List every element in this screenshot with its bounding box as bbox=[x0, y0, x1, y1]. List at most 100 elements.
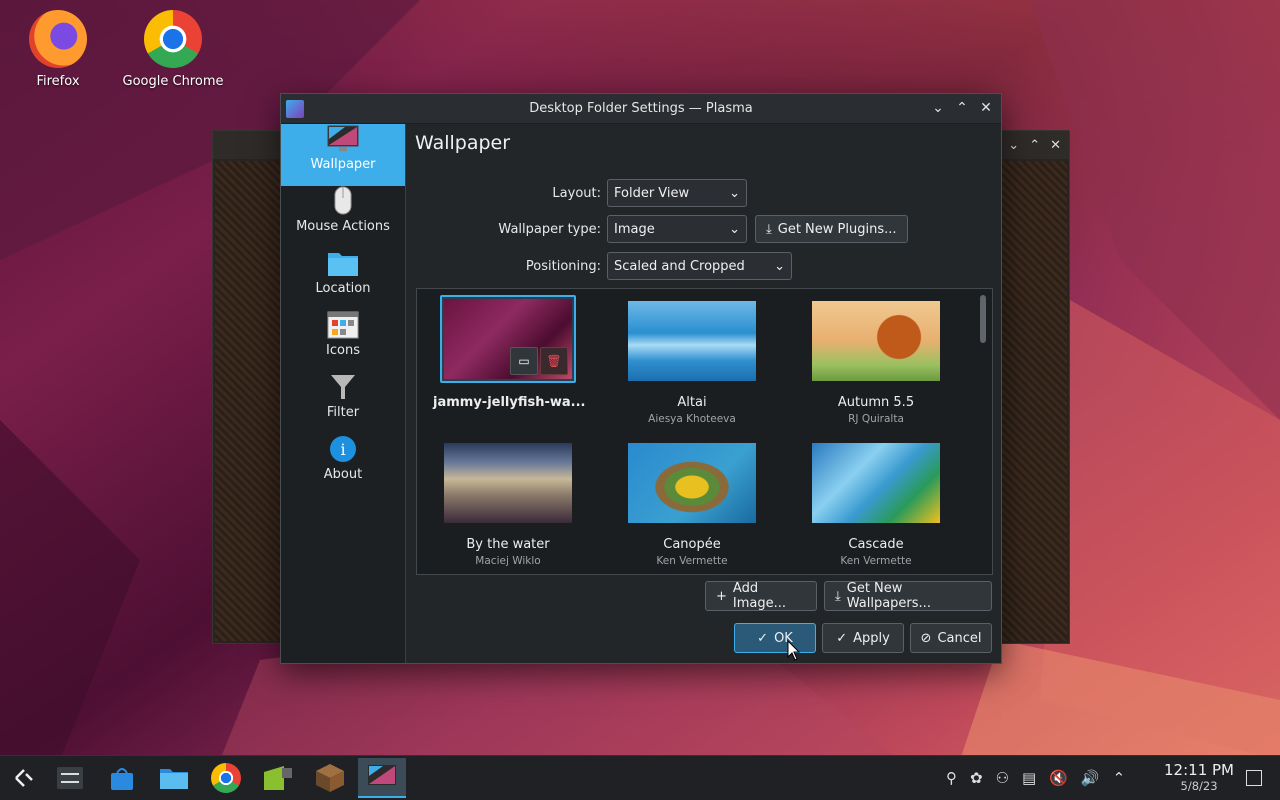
taskbar-app-green[interactable] bbox=[254, 758, 302, 798]
mouse-icon bbox=[327, 186, 359, 216]
taskbar-minecraft[interactable] bbox=[306, 758, 354, 798]
wallpaper-preview bbox=[444, 443, 572, 523]
dialog-title: Desktop Folder Settings — Plasma bbox=[529, 101, 753, 116]
chevron-up-icon[interactable]: ⌃ bbox=[1113, 769, 1126, 787]
clipboard-icon[interactable]: ▤ bbox=[1022, 769, 1036, 787]
sidebar-item-icons[interactable]: Icons bbox=[281, 310, 405, 372]
icons-grid-icon bbox=[327, 310, 359, 340]
svg-text:i: i bbox=[340, 440, 345, 459]
grid-scrollbar[interactable] bbox=[980, 295, 986, 343]
settings-dialog: Desktop Folder Settings — Plasma ⌄ ⌃ ✕ W… bbox=[280, 93, 1002, 664]
taskbar: ⚲ ✿ ⚇ ▤ 🔇 🔊 ⌃ 12:11 PM 5/8/23 bbox=[0, 755, 1280, 800]
wallpaper-name: Altai bbox=[677, 395, 707, 410]
wallpaper-item[interactable]: Autumn 5.5 RJ Quiralta bbox=[801, 301, 951, 425]
user-icon[interactable]: ⚲ bbox=[946, 769, 957, 787]
taskbar-discover[interactable] bbox=[98, 758, 146, 798]
show-desktop-button[interactable] bbox=[1246, 770, 1262, 786]
get-new-wallpapers-button[interactable]: ⤓ Get New Wallpapers... bbox=[824, 581, 992, 611]
settings-sliders-icon bbox=[57, 767, 83, 789]
cancel-label: Cancel bbox=[937, 630, 982, 646]
clock-time: 12:11 PM bbox=[1164, 761, 1234, 779]
layout-select[interactable]: Folder View ⌄ bbox=[607, 179, 747, 207]
minimize-button[interactable]: ⌄ bbox=[929, 98, 947, 118]
bee-icon[interactable]: ✿ bbox=[970, 769, 983, 787]
get-new-plugins-button[interactable]: ⤓ Get New Plugins... bbox=[755, 215, 908, 243]
desktop-icon-label: Google Chrome bbox=[122, 74, 224, 89]
clock-date: 5/8/23 bbox=[1180, 779, 1218, 793]
layout-value: Folder View bbox=[614, 185, 690, 201]
wallpaper-preview bbox=[628, 443, 756, 523]
desktop-icon-chrome[interactable]: Google Chrome bbox=[118, 2, 228, 89]
wallpaper-preview bbox=[628, 301, 756, 381]
wallpaper-type-label: Wallpaper type: bbox=[498, 221, 601, 237]
wallpaper-type-value: Image bbox=[614, 221, 655, 237]
trash-icon[interactable]: 🗑 bbox=[540, 347, 568, 375]
chevron-down-icon: ⌄ bbox=[729, 185, 740, 201]
wallpaper-author: Ken Vermette bbox=[656, 555, 728, 567]
chrome-icon bbox=[211, 763, 241, 793]
wallpaper-author: Aiesya Khoteeva bbox=[648, 413, 736, 425]
sidebar-item-label: Icons bbox=[326, 343, 360, 358]
dialog-titlebar[interactable]: Desktop Folder Settings — Plasma ⌄ ⌃ ✕ bbox=[281, 94, 1001, 124]
checkmark-icon: ✓ bbox=[836, 630, 848, 646]
cancel-icon: ⊘ bbox=[920, 630, 932, 646]
wallpaper-author: RJ Quiralta bbox=[848, 413, 904, 425]
add-image-button[interactable]: + Add Image... bbox=[705, 581, 817, 611]
apply-button[interactable]: ✓ Apply bbox=[822, 623, 904, 653]
close-button[interactable]: ✕ bbox=[977, 98, 995, 118]
get-new-wallpapers-label: Get New Wallpapers... bbox=[846, 581, 931, 611]
wallpaper-name: Autumn 5.5 bbox=[837, 395, 915, 410]
application-launcher[interactable] bbox=[0, 758, 48, 798]
minimize-icon[interactable]: ⌄ bbox=[1008, 138, 1019, 153]
wallpaper-grid[interactable]: ▭ 🗑 jammy-jellyfish-wa... Altai Aiesya K… bbox=[416, 288, 993, 575]
positioning-select[interactable]: Scaled and Cropped ⌄ bbox=[607, 252, 792, 280]
page-title: Wallpaper bbox=[415, 132, 511, 154]
clock[interactable]: 12:11 PM 5/8/23 bbox=[1164, 761, 1234, 793]
sidebar-item-location[interactable]: Location bbox=[281, 248, 405, 310]
desktop-icon-firefox[interactable]: Firefox bbox=[3, 2, 113, 89]
close-icon[interactable]: ✕ bbox=[1050, 138, 1061, 153]
cancel-button[interactable]: ⊘ Cancel bbox=[910, 623, 992, 653]
ok-button[interactable]: ✓ OK bbox=[734, 623, 816, 653]
mouse-cursor bbox=[787, 640, 801, 661]
sidebar-item-label: Filter bbox=[326, 405, 360, 420]
wallpaper-type-select[interactable]: Image ⌄ bbox=[607, 215, 747, 243]
folder-icon bbox=[160, 769, 188, 789]
sidebar-item-label: About bbox=[323, 467, 363, 482]
monitor-icon bbox=[327, 124, 359, 154]
sidebar-item-about[interactable]: i About bbox=[281, 434, 405, 496]
taskbar-plasma-settings[interactable] bbox=[358, 758, 406, 798]
wallpaper-item[interactable]: Canopée Ken Vermette bbox=[617, 443, 767, 567]
plus-icon: + bbox=[716, 588, 727, 604]
taskbar-system-settings[interactable] bbox=[46, 758, 94, 798]
crafting-table-icon bbox=[316, 764, 344, 792]
wallpaper-item[interactable]: ▭ 🗑 jammy-jellyfish-wa... bbox=[433, 295, 586, 410]
chevron-down-icon: ⌄ bbox=[729, 221, 740, 237]
audio-muted-icon[interactable]: 🔇 bbox=[1049, 769, 1068, 787]
wallpaper-item[interactable]: Altai Aiesya Khoteeva bbox=[617, 301, 767, 425]
plasma-app-icon bbox=[286, 99, 304, 118]
sidebar-item-label: Mouse Actions bbox=[296, 219, 390, 234]
wallpaper-author: Maciej Wiklo bbox=[475, 555, 541, 567]
maximize-button[interactable]: ⌃ bbox=[953, 98, 971, 118]
maximize-icon[interactable]: ⌃ bbox=[1029, 138, 1040, 153]
positioning-value: Scaled and Cropped bbox=[614, 258, 745, 274]
positioning-label: Positioning: bbox=[525, 258, 601, 274]
wallpaper-settings-icon bbox=[368, 765, 396, 785]
sidebar-item-wallpaper[interactable]: Wallpaper bbox=[281, 124, 405, 186]
wallpaper-name: jammy-jellyfish-wa... bbox=[433, 395, 586, 410]
sidebar-item-mouse-actions[interactable]: Mouse Actions bbox=[281, 186, 405, 248]
taskbar-chrome[interactable] bbox=[202, 758, 250, 798]
game-app-icon bbox=[264, 766, 292, 790]
users-icon[interactable]: ⚇ bbox=[996, 769, 1009, 787]
taskbar-dolphin[interactable] bbox=[150, 758, 198, 798]
sidebar-item-label: Location bbox=[315, 281, 371, 296]
wallpaper-name: Cascade bbox=[848, 537, 904, 552]
volume-icon[interactable]: 🔊 bbox=[1081, 769, 1100, 787]
open-folder-icon[interactable]: ▭ bbox=[510, 347, 538, 375]
wallpaper-item[interactable]: By the water Maciej Wiklo bbox=[433, 443, 583, 567]
wallpaper-item[interactable]: Cascade Ken Vermette bbox=[801, 443, 951, 567]
desktop-icon-label: Firefox bbox=[36, 74, 80, 89]
sidebar-item-filter[interactable]: Filter bbox=[281, 372, 405, 434]
wallpaper-preview: ▭ 🗑 bbox=[444, 299, 572, 379]
